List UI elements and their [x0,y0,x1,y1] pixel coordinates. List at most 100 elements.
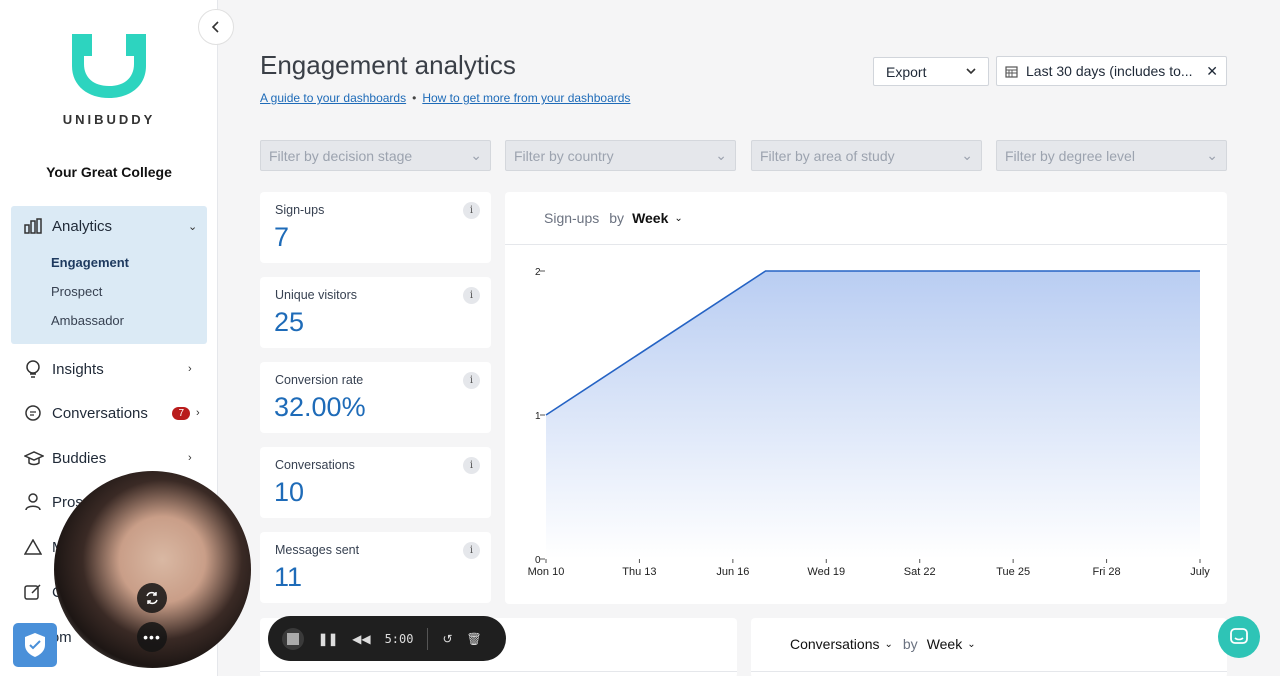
help-links: A guide to your dashboards • How to get mo… [260,91,631,105]
sidebar-item-analytics[interactable]: Analytics ⌄ [12,211,208,241]
dashboard-tips-link[interactable]: How to get more from your dashboards [422,91,630,105]
person-icon [24,493,52,511]
filter-area-of-study[interactable]: Filter by area of study ⌄ [751,140,982,171]
info-icon[interactable]: i [463,542,480,559]
page-title: Engagement analytics [260,50,516,80]
chevron-down-icon: ⌄ [1206,147,1218,163]
chevron-right-icon: › [188,452,192,464]
stat-value: 7 [274,222,290,252]
chart-by-label: by [902,636,918,652]
info-icon[interactable]: i [463,457,480,474]
brand-name: UNIBUDDY [62,112,156,127]
sidebar-subitem-ambassador[interactable]: Ambassador [51,313,124,328]
stat-label: Conversations [275,458,355,472]
stat-card-conversion-rate: Conversion rate 32.00% i [260,362,491,433]
sidebar-item-label: Conversations [52,404,148,422]
stop-icon [287,632,299,645]
chart-header: Conversations ⌄ by Week ⌄ [790,636,976,652]
swap-camera-button[interactable] [137,583,167,613]
chevron-down-icon: ⌄ [961,147,973,163]
recording-timer: 5:00 [384,631,414,646]
export-label: Export [886,63,927,80]
dashboard-guide-link[interactable]: A guide to your dashboards [260,91,406,105]
sidebar-subitem-engagement[interactable]: Engagement [51,255,129,270]
x-tick-label: Mon 10 [528,566,565,578]
refresh-icon [146,591,158,605]
college-name: Your Great College [46,164,172,180]
support-chat-button[interactable] [1218,616,1260,658]
x-tick-label: Wed 19 [807,566,845,578]
stat-value: 11 [274,562,303,592]
filter-placeholder: Filter by degree level [1005,147,1135,164]
stat-value: 10 [274,477,305,507]
sidebar-item-label: Insights [52,360,104,378]
unread-badge: 7 [172,406,190,420]
x-tick-label: Tue 25 [996,566,1030,578]
pause-icon[interactable]: ❚❚ [318,632,338,646]
metric-dropdown[interactable]: Conversations [790,636,880,652]
date-range-picker[interactable]: Last 30 days (includes to... ✕ [996,56,1227,86]
chevron-down-icon: ⌄ [470,147,482,163]
chevron-down-icon: ⌄ [188,220,198,233]
info-icon[interactable]: i [463,202,480,219]
stat-label: Sign-ups [275,203,325,217]
period-dropdown[interactable]: Week [927,636,963,652]
filter-placeholder: Filter by area of study [760,147,895,164]
stat-label: Messages sent [275,543,360,557]
clear-date-icon[interactable]: ✕ [1206,63,1218,80]
chat-icon [24,404,52,422]
signups-area-chart: 0 1 2 Mon 10 Thu 13 Jun 16 Wed 19 Sat 22 Tue 25 F… [528,267,1211,578]
stat-label: Conversion rate [275,373,364,387]
filter-country[interactable]: Filter by country ⌄ [505,140,736,171]
chevron-down-icon: ⌄ [884,638,893,650]
chevron-down-icon: ⌄ [715,147,727,163]
stat-card-signups: Sign-ups 7 i [260,192,491,263]
chevron-down-icon: ⌄ [967,638,976,650]
chevron-left-icon [211,21,219,33]
stat-card-unique-visitors: Unique visitors 25 i [260,277,491,348]
filter-placeholder: Filter by country [514,147,614,164]
x-tick-label: Thu 13 [622,566,656,578]
filter-degree-level[interactable]: Filter by degree level ⌄ [996,140,1227,171]
x-tick-label: Fri 28 [1093,566,1121,578]
y-tick-label: 0 [535,555,541,566]
bar-chart-icon [24,218,52,234]
y-tick-label: 2 [535,267,541,278]
chevron-right-icon: › [196,407,200,419]
unibuddy-logo [72,34,146,98]
stat-value: 32.00% [274,392,366,422]
sidebar-subitem-prospect[interactable]: Prospect [51,284,102,299]
trash-icon[interactable]: 🗑 [467,632,482,646]
rewind-icon[interactable]: ◀◀ [352,632,370,646]
sidebar-item-label: Analytics [52,217,113,235]
stat-value: 25 [274,307,305,337]
info-icon[interactable]: i [463,287,480,304]
webcam-video-bubble[interactable]: ••• [54,471,251,668]
stat-card-messages-sent: Messages sent 11 i [260,532,491,603]
chat-bubble-icon [1230,628,1248,644]
security-shield-button[interactable] [13,623,57,667]
stat-label: Unique visitors [275,288,357,302]
calendar-icon [1005,65,1018,78]
warning-icon [24,539,52,555]
y-tick-label: 1 [535,411,541,422]
stop-recording-button[interactable] [282,627,304,650]
graduation-cap-icon [24,450,52,466]
info-icon[interactable]: i [463,372,480,389]
x-tick-label: Jun 16 [716,566,749,578]
date-range-label: Last 30 days (includes to... [1026,63,1193,79]
series-area [546,271,1200,559]
chevron-down-icon [966,68,976,75]
sidebar-item-conversations[interactable]: Conversations 7 › [12,398,208,428]
signups-chart-panel: Sign-ups by Week ⌄ 0 1 2 Mon 10 Thu 13 Jun 16… [505,192,1227,604]
sidebar-item-buddies[interactable]: Buddies › [12,443,208,473]
stat-card-conversations: Conversations 10 i [260,447,491,518]
filter-decision-stage[interactable]: Filter by decision stage ⌄ [260,140,491,171]
export-dropdown[interactable]: Export [873,57,989,86]
more-options-button[interactable]: ••• [137,622,167,652]
restart-icon[interactable]: ↺ [442,632,452,646]
lightbulb-icon [24,359,52,379]
collapse-sidebar-button[interactable] [198,9,234,45]
sidebar-item-insights[interactable]: Insights › [12,354,208,384]
conversations-chart-panel: Conversations ⌄ by Week ⌄ [751,618,1227,676]
